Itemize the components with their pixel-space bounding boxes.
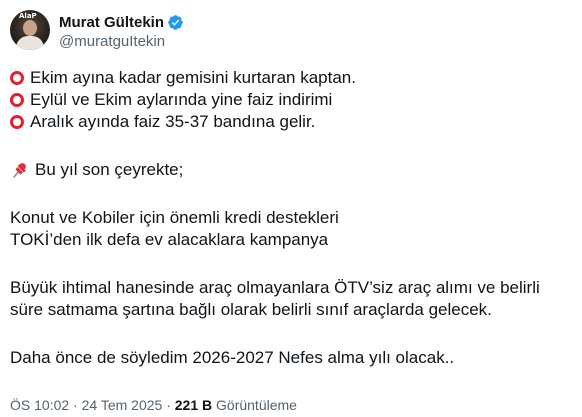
verified-badge-icon[interactable] <box>167 14 184 31</box>
tweet-meta: ÖS 10:02 · 24 Tem 2025 · 221 B Görüntüle… <box>10 397 297 413</box>
avatar[interactable]: AlaP <box>10 10 50 50</box>
pushpin-icon <box>13 163 26 178</box>
name-row: Murat Gültekin <box>59 12 184 32</box>
red-circle-icon <box>10 93 24 107</box>
tweet-time[interactable]: ÖS 10:02 <box>10 397 69 413</box>
avatar-text: AlaP <box>19 12 37 20</box>
bullet-text: Ekim ayına kadar gemisini kurtaran kapta… <box>30 68 356 87</box>
text-line: Büyük ihtimal hanesinde araç olmayanlara… <box>10 278 540 297</box>
text-line: süre satmama şartına bağlı olarak belirl… <box>10 300 492 319</box>
tweet-date[interactable]: 24 Tem 2025 <box>82 397 163 413</box>
bullet-text: Eylül ve Ekim aylarında yine faiz indiri… <box>30 90 333 109</box>
handle[interactable]: @muratguItekin <box>59 33 184 50</box>
bullet-line: Ekim ayına kadar gemisini kurtaran kapta… <box>10 67 570 89</box>
avatar-face <box>23 20 37 36</box>
text-line: Daha önce de söyledim 2026-2027 Nefes al… <box>10 348 455 367</box>
meta-separator: · <box>73 397 78 413</box>
tweet-text: Ekim ayına kadar gemisini kurtaran kapta… <box>10 67 570 369</box>
display-name[interactable]: Murat Gültekin <box>59 14 164 31</box>
pin-line: Bu yıl son çeyrekte; <box>10 159 570 181</box>
views-label: Görüntüleme <box>216 397 297 413</box>
text-line: TOKİ’den ilk defa ev alacaklara kampanya <box>10 230 329 249</box>
tweet-header: AlaP Murat Gültekin @muratguItekin <box>10 10 582 56</box>
author-names: Murat Gültekin @muratguItekin <box>59 12 184 50</box>
red-circle-icon <box>10 71 24 85</box>
text-line: Konut ve Kobiler için önemli kredi deste… <box>10 208 339 227</box>
avatar-body <box>16 36 44 50</box>
pin-text: Bu yıl son çeyrekte; <box>35 160 184 179</box>
bullet-text: Aralık ayında faiz 35-37 bandına gelir. <box>30 112 316 131</box>
views-count: 221 B <box>174 397 213 413</box>
tweet: AlaP Murat Gültekin @muratguItekin Ekim … <box>0 0 582 417</box>
meta-separator: · <box>166 397 171 413</box>
bullet-line: Eylül ve Ekim aylarında yine faiz indiri… <box>10 89 570 111</box>
red-circle-icon <box>10 115 24 129</box>
bullet-line: Aralık ayında faiz 35-37 bandına gelir. <box>10 111 570 133</box>
